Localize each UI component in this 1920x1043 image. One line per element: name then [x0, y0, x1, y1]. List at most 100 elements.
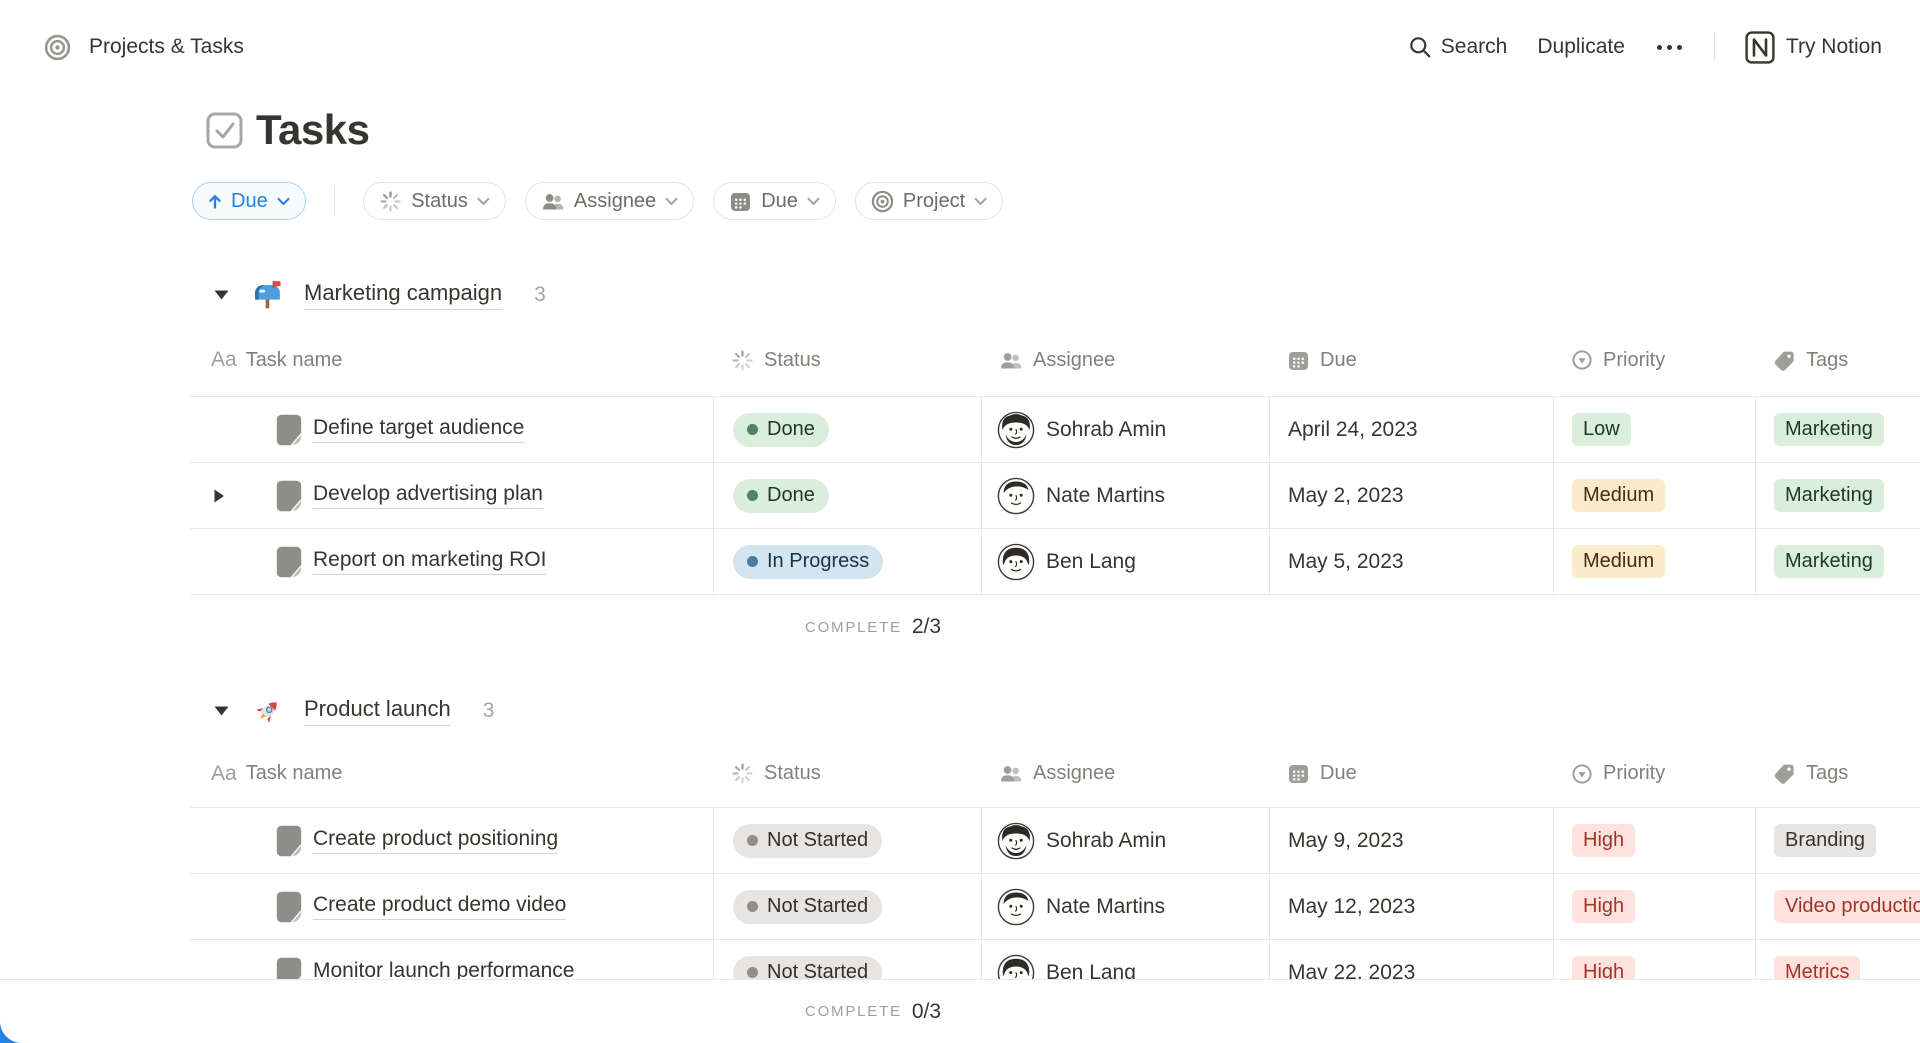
filter-pill-assignee[interactable]: Assignee [525, 182, 694, 220]
priority-pill[interactable]: High [1572, 890, 1635, 923]
calendar-icon [1287, 349, 1310, 372]
assignee-name: Nate Martins [1046, 484, 1165, 508]
column-header-task-name[interactable]: Aa Task name [190, 348, 713, 372]
priority-circle-icon [1571, 349, 1593, 371]
status-pill[interactable]: Not Started [733, 824, 882, 858]
task-name-link[interactable]: Create product positioning [313, 827, 558, 854]
priority-cell: Low [1553, 397, 1755, 462]
table-row: Define target audience Done Sohrab Amin … [190, 397, 1920, 463]
status-dot-icon [747, 556, 758, 567]
group-complete-footer[interactable]: COMPLETE 2/3 [190, 595, 1556, 659]
column-header-task-name[interactable]: Aa Task name [190, 762, 713, 786]
page-icon [276, 891, 304, 923]
breadcrumb[interactable]: Projects & Tasks [44, 34, 244, 61]
assignee-cell[interactable]: Nate Martins [981, 874, 1269, 939]
sort-pill-label: Due [231, 190, 268, 213]
avatar [997, 822, 1035, 860]
column-header-status[interactable]: Status [713, 762, 981, 785]
filter-pill-label: Due [761, 190, 798, 213]
status-pill[interactable]: Not Started [733, 890, 882, 924]
priority-pill[interactable]: Medium [1572, 545, 1665, 578]
assignee-cell[interactable]: Ben Lang [981, 529, 1269, 594]
priority-pill[interactable]: Medium [1572, 479, 1665, 512]
collapse-triangle-icon[interactable] [213, 289, 230, 301]
collapse-triangle-icon[interactable] [213, 705, 230, 717]
complete-label: COMPLETE [805, 1003, 902, 1020]
task-name-cell[interactable]: Create product positioning [190, 808, 713, 873]
due-cell[interactable]: April 24, 2023 [1269, 397, 1553, 462]
try-notion-button[interactable]: Try Notion [1745, 31, 1882, 64]
tags-cell: Marketing [1755, 529, 1920, 594]
more-button[interactable] [1655, 45, 1684, 50]
column-header-status[interactable]: Status [713, 349, 981, 372]
priority-pill[interactable]: Low [1572, 413, 1631, 446]
tag-pill[interactable]: Video production [1774, 890, 1920, 923]
status-cell: Done [713, 397, 981, 462]
status-pill[interactable]: In Progress [733, 545, 883, 579]
expand-toggle-icon[interactable] [213, 488, 243, 504]
task-name-cell[interactable]: Develop advertising plan [190, 463, 713, 528]
priority-cell: High [1553, 874, 1755, 939]
filter-pill-status[interactable]: Status [363, 182, 506, 220]
checkbox-icon [206, 112, 243, 149]
task-name-link[interactable]: Develop advertising plan [313, 482, 543, 509]
column-header-due[interactable]: Due [1269, 349, 1553, 372]
sort-pill-due[interactable]: Due [192, 182, 306, 220]
tags-cell: Marketing [1755, 397, 1920, 462]
tag-pill[interactable]: Branding [1774, 824, 1876, 857]
group-marketing-campaign: Marketing campaign 3 Aa Task name Status… [0, 274, 1920, 659]
priority-pill[interactable]: High [1572, 824, 1635, 857]
column-header-priority[interactable]: Priority [1553, 349, 1755, 372]
task-name-cell[interactable]: Create product demo video [190, 874, 713, 939]
tag-pill[interactable]: Marketing [1774, 545, 1884, 578]
group-title-link[interactable]: Product launch [304, 696, 451, 726]
task-name-cell[interactable]: Report on marketing ROI [190, 529, 713, 594]
text-aa-icon: Aa [211, 762, 237, 786]
filter-pill-due[interactable]: Due [713, 182, 836, 220]
search-button[interactable]: Search [1408, 35, 1508, 59]
assignee-cell[interactable]: Nate Martins [981, 463, 1269, 528]
status-dot-icon [747, 424, 758, 435]
tag-pill[interactable]: Marketing [1774, 413, 1884, 446]
task-name-cell[interactable]: Define target audience [190, 397, 713, 462]
page-header: Tasks [206, 106, 369, 154]
column-header-tags[interactable]: Tags [1755, 349, 1920, 372]
status-dot-icon [747, 490, 758, 501]
column-header-assignee[interactable]: Assignee [981, 349, 1269, 372]
column-header-tags[interactable]: Tags [1755, 762, 1920, 785]
topbar-actions: Search Duplicate Try Notion [1408, 31, 1882, 64]
arrow-up-icon [208, 194, 222, 209]
filter-pill-project[interactable]: Project [855, 182, 1003, 220]
due-cell[interactable]: May 5, 2023 [1269, 529, 1553, 594]
due-cell[interactable]: May 12, 2023 [1269, 874, 1553, 939]
group-title-link[interactable]: Marketing campaign [304, 280, 502, 310]
status-cell: Not Started [713, 808, 981, 873]
column-header-due[interactable]: Due [1269, 762, 1553, 785]
status-dot-icon [747, 967, 758, 978]
task-name-link[interactable]: Report on marketing ROI [313, 548, 546, 575]
filter-pill-label: Assignee [574, 190, 656, 213]
status-dot-icon [747, 835, 758, 846]
filter-divider [334, 187, 336, 216]
tags-cell: Branding [1755, 808, 1920, 873]
due-cell[interactable]: May 2, 2023 [1269, 463, 1553, 528]
table-header: Aa Task name Status Assignee Due Priorit… [190, 732, 1920, 808]
people-icon [999, 349, 1023, 372]
status-pill[interactable]: Done [733, 413, 829, 447]
tags-cell: Marketing [1755, 463, 1920, 528]
due-cell[interactable]: May 9, 2023 [1269, 808, 1553, 873]
group-count: 3 [534, 283, 546, 307]
status-pill[interactable]: Done [733, 479, 829, 513]
chevron-down-icon [974, 197, 987, 206]
tag-pill[interactable]: Marketing [1774, 479, 1884, 512]
text-aa-icon: Aa [211, 348, 237, 372]
task-name-link[interactable]: Define target audience [313, 416, 524, 443]
task-name-link[interactable]: Create product demo video [313, 893, 566, 920]
assignee-cell[interactable]: Sohrab Amin [981, 808, 1269, 873]
duplicate-button[interactable]: Duplicate [1537, 35, 1625, 59]
column-header-assignee[interactable]: Assignee [981, 762, 1269, 785]
column-header-priority[interactable]: Priority [1553, 762, 1755, 785]
group-complete-footer[interactable]: COMPLETE 0/3 [190, 980, 1556, 1043]
table-row: Create product demo video Not Started Na… [190, 874, 1920, 940]
assignee-cell[interactable]: Sohrab Amin [981, 397, 1269, 462]
